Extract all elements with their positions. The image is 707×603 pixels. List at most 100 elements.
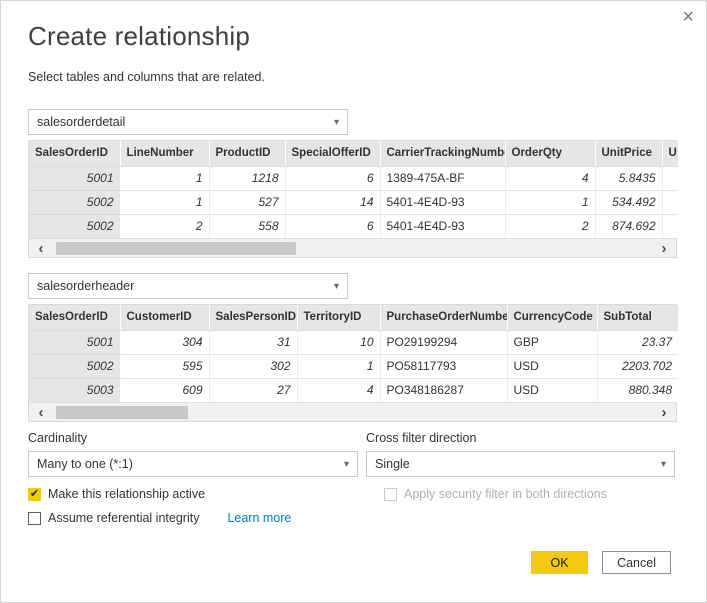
first-table-select-value: salesorderdetail [37,115,125,129]
table-cell: 5001 [29,166,120,190]
table-cell [662,166,678,190]
scrollbar-track[interactable] [53,242,652,255]
column-header: ProductID [209,141,285,166]
table-cell: 609 [120,378,209,402]
table-cell: 1389-475A-BF [380,166,505,190]
table-cell: 302 [209,354,297,378]
table-cell: GBP [507,330,597,354]
table-cell: 5.8435 [595,166,662,190]
table-cell [662,190,678,214]
scroll-left-icon[interactable]: ‹ [29,240,53,257]
dialog-subtitle: Select tables and columns that are relat… [28,70,675,84]
table-cell: 527 [209,190,285,214]
scrollbar-thumb[interactable] [56,242,296,255]
checkbox-apply-security-filter: Apply security filter in both directions [366,487,675,501]
chevron-down-icon: ▾ [334,117,339,128]
scrollbar-thumb[interactable] [56,406,188,419]
column-header: UnitPrice [595,141,662,166]
scroll-right-icon[interactable]: › [652,404,676,421]
cross-filter-label: Cross filter direction [366,431,675,447]
table-cell: 2203.702 [597,354,678,378]
checkbox-box[interactable]: ✔ [28,488,41,501]
column-header: TerritoryID [297,305,380,330]
table-cell [662,214,678,238]
table-cell: 558 [209,214,285,238]
scroll-left-icon[interactable]: ‹ [29,404,53,421]
column-header: SalesOrderID [29,141,120,166]
table-cell: 2 [120,214,209,238]
column-header: U [662,141,678,166]
table-cell: 5003 [29,378,120,402]
table-cell: 6 [285,214,380,238]
table-cell: 304 [120,330,209,354]
table-cell: 1 [120,166,209,190]
column-header: PurchaseOrderNumber [380,305,507,330]
table-cell: 5001 [29,330,120,354]
horizontal-scrollbar[interactable]: ‹ › [29,238,676,257]
checkbox-box[interactable] [28,512,41,525]
checkbox-assume-referential-integrity[interactable]: Assume referential integrity [28,511,199,525]
table-cell: PO58117793 [380,354,507,378]
table-cell: 4 [505,166,595,190]
close-icon[interactable]: × [682,7,694,27]
column-header: SpecialOfferID [285,141,380,166]
learn-more-link[interactable]: Learn more [227,511,291,525]
checkbox-make-relationship-active[interactable]: ✔ Make this relationship active [28,487,358,501]
data-table: SalesOrderIDLineNumberProductIDSpecialOf… [29,141,678,238]
checkbox-label: Apply security filter in both directions [404,487,607,501]
first-table-select[interactable]: salesorderdetail ▾ [28,109,348,135]
column-header: SalesOrderID [29,305,120,330]
cross-filter-select[interactable]: Single ▾ [366,451,675,477]
scroll-right-icon[interactable]: › [652,240,676,257]
table-cell: 1218 [209,166,285,190]
cardinality-label: Cardinality [28,431,358,447]
second-table-select-value: salesorderheader [37,279,134,293]
table-cell: 5401-4E4D-93 [380,214,505,238]
column-header: SubTotal [597,305,678,330]
table-cell: 1 [505,190,595,214]
table-cell: 880.348 [597,378,678,402]
table-row: 5003609274PO348186287USD880.348 [29,378,678,402]
table-cell: PO29199294 [380,330,507,354]
table-cell: USD [507,378,597,402]
table-cell: 5002 [29,190,120,214]
table-cell: 2 [505,214,595,238]
checkbox-label: Assume referential integrity [48,511,199,525]
horizontal-scrollbar[interactable]: ‹ › [29,402,676,421]
cross-filter-select-value: Single [375,457,410,471]
table-cell: 534.492 [595,190,662,214]
data-table: SalesOrderIDCustomerIDSalesPersonIDTerri… [29,305,678,402]
table-cell: 23.37 [597,330,678,354]
table-row: 50011121861389-475A-BF45.8435 [29,166,678,190]
page-title: Create relationship [28,21,675,52]
table-cell: 5002 [29,354,120,378]
table-cell: 5002 [29,214,120,238]
table-cell: USD [507,354,597,378]
scrollbar-track[interactable] [53,406,652,419]
table-cell: 6 [285,166,380,190]
table-cell: 4 [297,378,380,402]
create-relationship-dialog: × Create relationship Select tables and … [0,0,707,603]
table-cell: 1 [297,354,380,378]
column-header: CustomerID [120,305,209,330]
column-header: CarrierTrackingNumber [380,141,505,166]
table-cell: 874.692 [595,214,662,238]
second-table-select[interactable]: salesorderheader ▾ [28,273,348,299]
column-header: LineNumber [120,141,209,166]
ok-button[interactable]: OK [531,551,588,574]
cardinality-select[interactable]: Many to one (*:1) ▾ [28,451,358,477]
chevron-down-icon: ▾ [661,459,666,470]
table-cell: 1 [120,190,209,214]
chevron-down-icon: ▾ [334,281,339,292]
table-cell: PO348186287 [380,378,507,402]
table-cell: 5401-4E4D-93 [380,190,505,214]
chevron-down-icon: ▾ [344,459,349,470]
cancel-button[interactable]: Cancel [602,551,671,574]
table-cell: 31 [209,330,297,354]
cardinality-select-value: Many to one (*:1) [37,457,133,471]
table-cell: 595 [120,354,209,378]
second-table-preview: SalesOrderIDCustomerIDSalesPersonIDTerri… [28,304,677,422]
column-header: CurrencyCode [507,305,597,330]
table-row: 5002255865401-4E4D-932874.692 [29,214,678,238]
checkbox-box [384,488,397,501]
